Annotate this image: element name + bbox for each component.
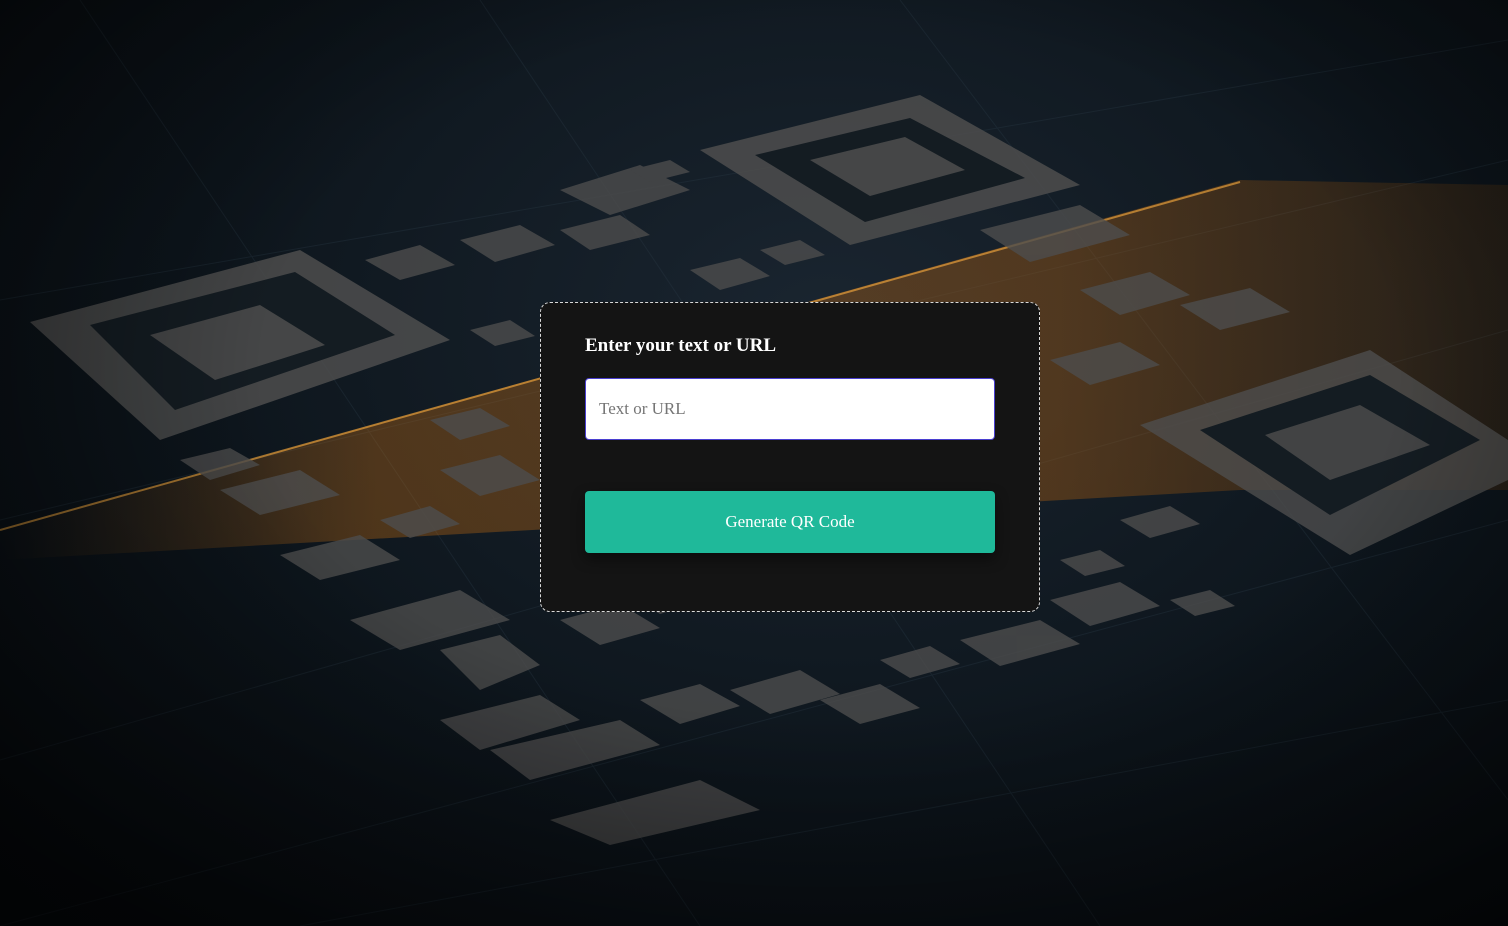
page-stage: Enter your text or URL Generate QR Code (0, 0, 1508, 926)
generate-qr-code-button[interactable]: Generate QR Code (585, 491, 995, 553)
text-or-url-input[interactable] (585, 378, 995, 440)
qr-generator-card: Enter your text or URL Generate QR Code (540, 302, 1040, 612)
form-title: Enter your text or URL (585, 335, 777, 356)
